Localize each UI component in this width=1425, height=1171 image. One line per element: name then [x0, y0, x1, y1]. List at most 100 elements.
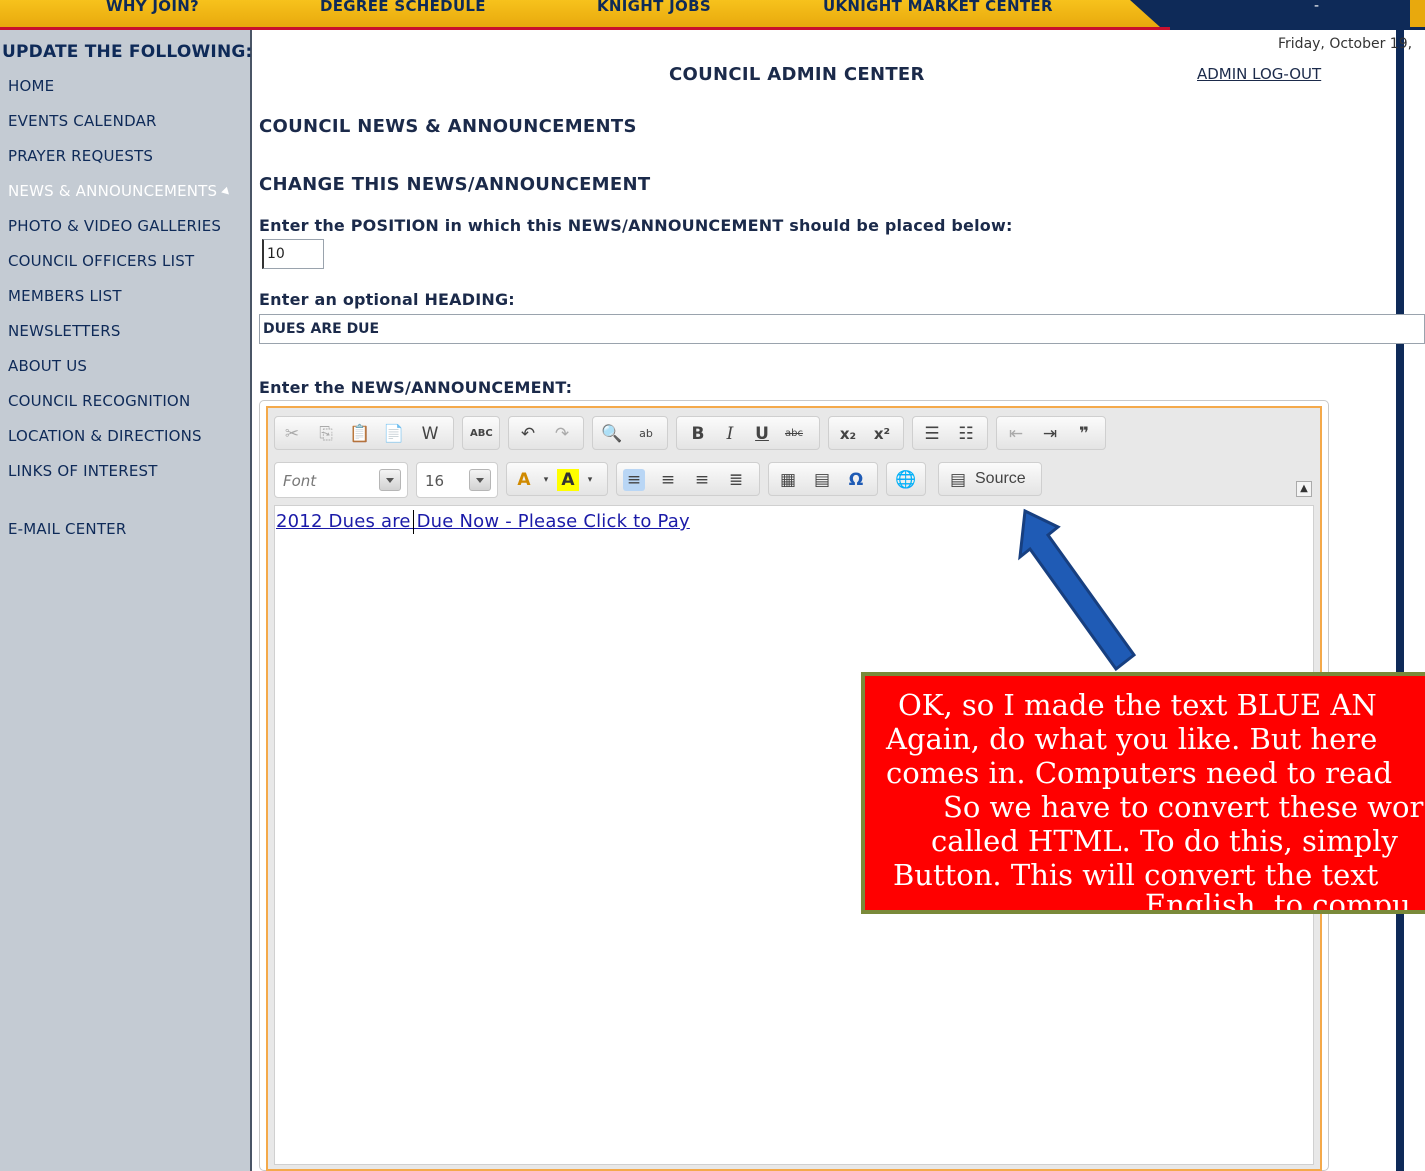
current-date: Friday, October 19,	[1278, 36, 1412, 52]
source-button[interactable]: ▤ Source	[938, 462, 1042, 496]
top-nav: WHY JOIN? DEGREE SCHEDULE KNIGHT JOBS UK…	[0, 0, 1425, 30]
sidebar-item-events-calendar[interactable]: EVENTS CALENDAR	[8, 112, 157, 130]
heading-input[interactable]	[259, 314, 1425, 344]
subscript-icon[interactable]: x₂	[837, 423, 859, 445]
bulleted-list-icon[interactable]: ☷	[955, 423, 977, 445]
insert-group: ▦ ▤ Ω	[768, 462, 878, 496]
font-size-value: 16	[425, 472, 445, 490]
bold-icon[interactable]: B	[687, 423, 709, 445]
paste-word-icon[interactable]: W	[419, 423, 441, 445]
font-select[interactable]: Font	[274, 462, 408, 498]
date-text: Friday, October 1	[1278, 36, 1399, 52]
position-input[interactable]	[262, 239, 324, 269]
special-char-icon[interactable]: Ω	[845, 469, 867, 491]
right-border-strip	[1396, 30, 1404, 1171]
admin-logout-link[interactable]: ADMIN LOG-OUT	[1197, 65, 1321, 83]
annotation-arrow	[1018, 508, 1137, 672]
spellcheck-group: ABC	[462, 416, 500, 450]
nav-knight-jobs[interactable]: KNIGHT JOBS	[597, 0, 711, 15]
cut-icon[interactable]: ✂	[281, 423, 303, 445]
nav-uknight-market-center[interactable]: UKNIGHT MARKET CENTER	[823, 0, 1053, 15]
outdent-icon[interactable]: ⇤	[1005, 423, 1027, 445]
background-color-chevron-icon[interactable]: ▾	[579, 469, 601, 491]
callout-line-3: comes in. Computers need to read	[886, 756, 1393, 790]
redo-icon[interactable]: ↷	[551, 423, 573, 445]
heading-label: Enter an optional HEADING:	[259, 290, 515, 309]
position-label: Enter the POSITION in which this NEWS/AN…	[259, 216, 1013, 235]
sidebar-item-photo-video-galleries[interactable]: PHOTO & VIDEO GALLERIES	[8, 217, 221, 235]
callout-line-5: called HTML. To do this, simply	[931, 824, 1398, 858]
source-icon: ▤	[949, 470, 967, 490]
strikethrough-icon[interactable]: abc	[783, 423, 805, 445]
annotation-arrow-shape	[1018, 508, 1137, 672]
undo-icon[interactable]: ↶	[517, 423, 539, 445]
numbered-list-icon[interactable]: ☰	[921, 423, 943, 445]
sidebar-item-prayer-requests[interactable]: PRAYER REQUESTS	[8, 147, 153, 165]
underline-icon[interactable]: U	[751, 423, 773, 445]
script-group: x₂ x²	[828, 416, 904, 450]
style-group: B I U abc	[676, 416, 820, 450]
sidebar-item-council-recognition[interactable]: COUNCIL RECOGNITION	[8, 392, 190, 410]
nav-corner	[1410, 0, 1425, 27]
sidebar-item-newsletters[interactable]: NEWSLETTERS	[8, 322, 121, 340]
find-group: 🔍 ab	[592, 416, 668, 450]
sidebar-item-email-center[interactable]: E-MAIL CENTER	[8, 520, 126, 538]
link-group: 🌐	[886, 462, 926, 496]
announcement-label: Enter the NEWS/ANNOUNCEMENT:	[259, 378, 573, 397]
justify-icon[interactable]: ≣	[725, 469, 747, 491]
background-color-icon[interactable]: A	[557, 469, 579, 491]
collapse-toolbar-button[interactable]: ▲	[1296, 481, 1312, 497]
nav-right-text: -	[1314, 0, 1320, 14]
clipboard-group: ✂ ⎘ 📋 📄 W	[274, 416, 454, 450]
callout-line-4: So we have to convert these wor	[943, 790, 1424, 824]
color-group: A ▾ A ▾	[506, 462, 608, 496]
annotation-callout: OK, so I made the text BLUE AN Again, do…	[861, 672, 1425, 914]
subsection-title: CHANGE THIS NEWS/ANNOUNCEMENT	[259, 174, 651, 195]
table-icon[interactable]: ▦	[777, 469, 799, 491]
sidebar-header: UPDATE THE FOLLOWING:	[2, 42, 253, 62]
nav-degree-schedule[interactable]: DEGREE SCHEDULE	[320, 0, 486, 15]
sidebar-item-home[interactable]: HOME	[8, 77, 54, 95]
superscript-icon[interactable]: x²	[871, 423, 893, 445]
sidebar-item-council-officers-list[interactable]: COUNCIL OFFICERS LIST	[8, 252, 194, 270]
horizontal-rule-icon[interactable]: ▤	[811, 469, 833, 491]
replace-icon[interactable]: ab	[635, 423, 657, 445]
callout-line-6: Button. This will convert the text	[893, 858, 1379, 892]
spellcheck-icon[interactable]: ABC	[470, 423, 493, 445]
indent-group: ⇤ ⇥ ❞	[996, 416, 1106, 450]
paste-icon[interactable]: 📋	[349, 423, 371, 445]
paste-text-icon[interactable]: 📄	[383, 423, 405, 445]
content-link[interactable]: 2012 Dues are Due Now - Please Click to …	[276, 511, 690, 532]
sidebar-item-location-directions[interactable]: LOCATION & DIRECTIONS	[8, 427, 202, 445]
chevron-down-icon[interactable]	[469, 469, 491, 491]
chevron-down-icon[interactable]	[379, 469, 401, 491]
sidebar: UPDATE THE FOLLOWING: HOME EVENTS CALEND…	[0, 30, 252, 1171]
list-group: ☰ ☷	[912, 416, 988, 450]
align-center-icon[interactable]: ≡	[657, 469, 679, 491]
font-size-select[interactable]: 16	[416, 462, 498, 498]
date-tail: 9,	[1398, 36, 1413, 52]
sidebar-item-links-of-interest[interactable]: LINKS OF INTEREST	[8, 462, 158, 480]
source-label: Source	[975, 470, 1026, 487]
italic-icon[interactable]: I	[719, 423, 741, 445]
text-color-icon[interactable]: A	[513, 469, 535, 491]
callout-line-2: Again, do what you like. But here	[886, 722, 1378, 756]
indent-icon[interactable]: ⇥	[1039, 423, 1061, 445]
copy-icon[interactable]: ⎘	[315, 423, 337, 445]
callout-line-1: OK, so I made the text BLUE AN	[898, 688, 1377, 722]
align-group: ≡ ≡ ≡ ≣	[616, 462, 760, 496]
text-caret	[413, 510, 414, 534]
undo-group: ↶ ↷	[508, 416, 584, 450]
callout-line-7: English, to compu	[1145, 888, 1411, 914]
sidebar-item-news-announcements[interactable]: NEWS & ANNOUNCEMENTS	[8, 182, 230, 200]
link-icon[interactable]: 🌐	[895, 469, 917, 491]
sidebar-item-about-us[interactable]: ABOUT US	[8, 357, 87, 375]
align-left-icon[interactable]: ≡	[623, 469, 645, 491]
text-color-chevron-icon[interactable]: ▾	[535, 469, 557, 491]
sidebar-item-members-list[interactable]: MEMBERS LIST	[8, 287, 122, 305]
page-title: COUNCIL ADMIN CENTER	[669, 64, 925, 85]
find-icon[interactable]: 🔍	[601, 423, 623, 445]
align-right-icon[interactable]: ≡	[691, 469, 713, 491]
blockquote-icon[interactable]: ❞	[1073, 423, 1095, 445]
nav-why-join[interactable]: WHY JOIN?	[106, 0, 199, 15]
